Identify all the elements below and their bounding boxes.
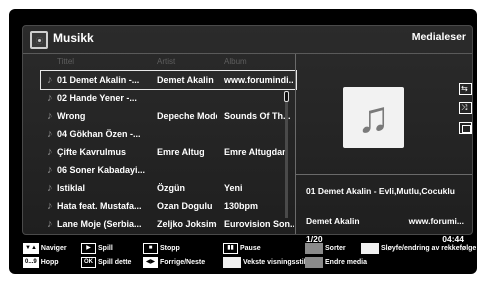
track-row[interactable]: ♪ 02 Hande Yener -... xyxy=(41,89,296,107)
album-art: ♫ xyxy=(343,87,404,148)
info-divider xyxy=(295,174,472,175)
media-player-screen: Musikk Medialeser Tittel Artist Album ♪ … xyxy=(9,9,477,274)
legend-pause-label: Pause xyxy=(240,245,261,252)
track-row[interactable]: ♪ Wrong Depeche Mode Sounds Of Th... xyxy=(41,107,296,125)
legend-play-this: OK Spill dette xyxy=(81,257,131,268)
music-note-icon: ♪ xyxy=(47,74,53,86)
track-artist: Zeljko Joksimo... xyxy=(157,219,217,229)
music-note-icon: ♪ xyxy=(47,110,53,122)
panel-divider xyxy=(295,54,296,234)
app-title: Medialeser xyxy=(411,31,466,43)
now-playing-title: 01 Demet Akalin - Evli,Mutlu,Cocuklu xyxy=(306,186,455,196)
track-artist: Depeche Mode xyxy=(157,111,217,121)
track-row[interactable]: ♪ Istiklal Özgün Yeni xyxy=(41,179,296,197)
legend-change-media-label: Endre media xyxy=(325,259,368,266)
arrow-keys-icon: ▼▲ xyxy=(23,243,39,254)
legend-loop: Sløyfe/endring av rekkefølge xyxy=(361,243,476,254)
legend-stop: ■ Stopp xyxy=(143,243,180,254)
legend-navigate: ▼▲ Naviger xyxy=(23,243,67,254)
track-album: www.forumindi... xyxy=(224,75,294,85)
column-header-artist: Artist xyxy=(157,57,176,66)
track-title: 04 Gökhan Özen -... xyxy=(57,129,141,139)
track-title: Lane Moje (Serbia... xyxy=(57,219,142,229)
legend-play: ▶ Spill xyxy=(81,243,113,254)
music-note-icon: ♪ xyxy=(47,182,53,194)
track-artist: Demet Akalin xyxy=(157,75,214,85)
gray-key-icon xyxy=(305,243,323,254)
legend-navigate-label: Naviger xyxy=(40,245,67,252)
track-album: Sounds Of Th... xyxy=(224,111,291,121)
track-album: Yeni xyxy=(224,183,243,193)
legend-view-style: Vekste visningsstil xyxy=(223,257,306,268)
shuffle-icon[interactable]: ⤨ xyxy=(459,102,472,114)
music-browser-panel: Musikk Medialeser Tittel Artist Album ♪ … xyxy=(22,25,473,244)
stop-key-icon: ■ xyxy=(143,243,158,254)
column-header-title: Tittel xyxy=(57,57,75,66)
title-bar: Musikk Medialeser xyxy=(23,26,472,54)
white-key-icon xyxy=(361,243,379,254)
stop-icon[interactable] xyxy=(459,122,472,134)
left-right-keys-icon: ◀▶ xyxy=(143,257,158,268)
track-list: ♪ 01 Demet Akalin -... Demet Akalin www.… xyxy=(40,70,297,233)
white-key-icon xyxy=(223,257,241,268)
legend-stop-label: Stopp xyxy=(160,245,180,252)
track-row[interactable]: ♪ 04 Gökhan Özen -... xyxy=(41,125,296,143)
track-row[interactable]: ♪ Hata feat. Mustafa... Ozan Dogulu 130b… xyxy=(41,197,296,215)
track-artist: Özgün xyxy=(157,183,185,193)
music-note-icon: ♪ xyxy=(47,92,53,104)
legend-change-media: Endre media xyxy=(305,257,367,268)
track-row[interactable]: ♪ 06 Soner Kabadayi... xyxy=(41,161,296,179)
music-note-icon: ♫ xyxy=(357,92,390,142)
legend-jump: 0...9 Hopp xyxy=(23,257,59,268)
track-title: 06 Soner Kabadayi... xyxy=(57,165,146,175)
music-note-icon: ♪ xyxy=(47,218,53,230)
legend-prev-next-label: Forrige/Neste xyxy=(160,259,206,266)
number-keys-icon: 0...9 xyxy=(23,257,39,268)
track-row[interactable]: ♪ Çifte Kavrulmus Emre Altug Emre Altugd… xyxy=(41,143,296,161)
window-title: Musikk xyxy=(53,31,94,45)
track-album: Eurovision Son... xyxy=(224,219,294,229)
legend-jump-label: Hopp xyxy=(40,259,59,266)
media-icon xyxy=(30,31,48,49)
track-artist: Emre Altug xyxy=(157,147,205,157)
track-album: 130bpm xyxy=(224,201,259,211)
column-header-album: Album xyxy=(224,57,247,66)
scrollbar-thumb[interactable] xyxy=(284,91,289,102)
legend-play-label: Spill xyxy=(98,245,113,252)
pause-icon: ▮▮ xyxy=(223,243,238,254)
music-note-icon: ♪ xyxy=(47,200,53,212)
legend-prev-next: ◀▶ Forrige/Neste xyxy=(143,257,205,268)
track-row[interactable]: ♪ 01 Demet Akalin -... Demet Akalin www.… xyxy=(40,70,297,90)
legend-sort-label: Sorter xyxy=(325,245,346,252)
legend-pause: ▮▮ Pause xyxy=(223,243,261,254)
track-title: Çifte Kavrulmus xyxy=(57,147,127,157)
track-title: 02 Hande Yener -... xyxy=(57,93,137,103)
gray-key-icon xyxy=(305,257,323,268)
track-album: Emre Altugdan xyxy=(224,147,288,157)
music-note-icon: ♪ xyxy=(47,146,53,158)
track-title: Istiklal xyxy=(57,183,86,193)
button-legend: ▼▲ Naviger ▶ Spill ■ Stopp ▮▮ Pause Sort… xyxy=(9,241,477,274)
track-artist: Ozan Dogulu xyxy=(157,201,213,211)
repeat-icon[interactable]: ⇆ xyxy=(459,83,472,95)
now-playing-album: www.forumi... xyxy=(408,216,464,226)
music-note-icon: ♪ xyxy=(47,128,53,140)
track-title: 01 Demet Akalin -... xyxy=(57,75,140,85)
ok-key-icon: OK xyxy=(81,257,96,268)
music-note-icon: ♪ xyxy=(47,164,53,176)
legend-view-style-label: Vekste visningsstil xyxy=(243,259,306,266)
now-playing-artist: Demet Akalin xyxy=(306,216,360,226)
legend-loop-label: Sløyfe/endring av rekkefølge xyxy=(381,245,477,252)
legend-sort: Sorter xyxy=(305,243,346,254)
track-title: Hata feat. Mustafa... xyxy=(57,201,142,211)
play-icon: ▶ xyxy=(81,243,96,254)
legend-play-this-label: Spill dette xyxy=(98,259,132,266)
scrollbar-track[interactable] xyxy=(285,94,288,218)
track-title: Wrong xyxy=(57,111,86,121)
track-row[interactable]: ♪ Lane Moje (Serbia... Zeljko Joksimo...… xyxy=(41,215,296,233)
